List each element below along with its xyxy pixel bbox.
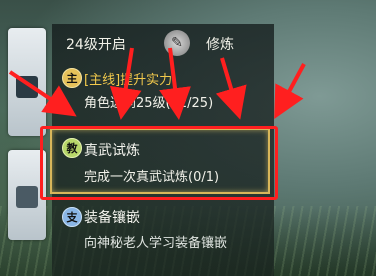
arrow — [8, 70, 77, 117]
arrow — [159, 47, 191, 120]
arrow — [274, 63, 306, 120]
arrow — [109, 47, 142, 120]
arrow — [215, 57, 247, 120]
annotation-arrows — [8, 47, 306, 120]
